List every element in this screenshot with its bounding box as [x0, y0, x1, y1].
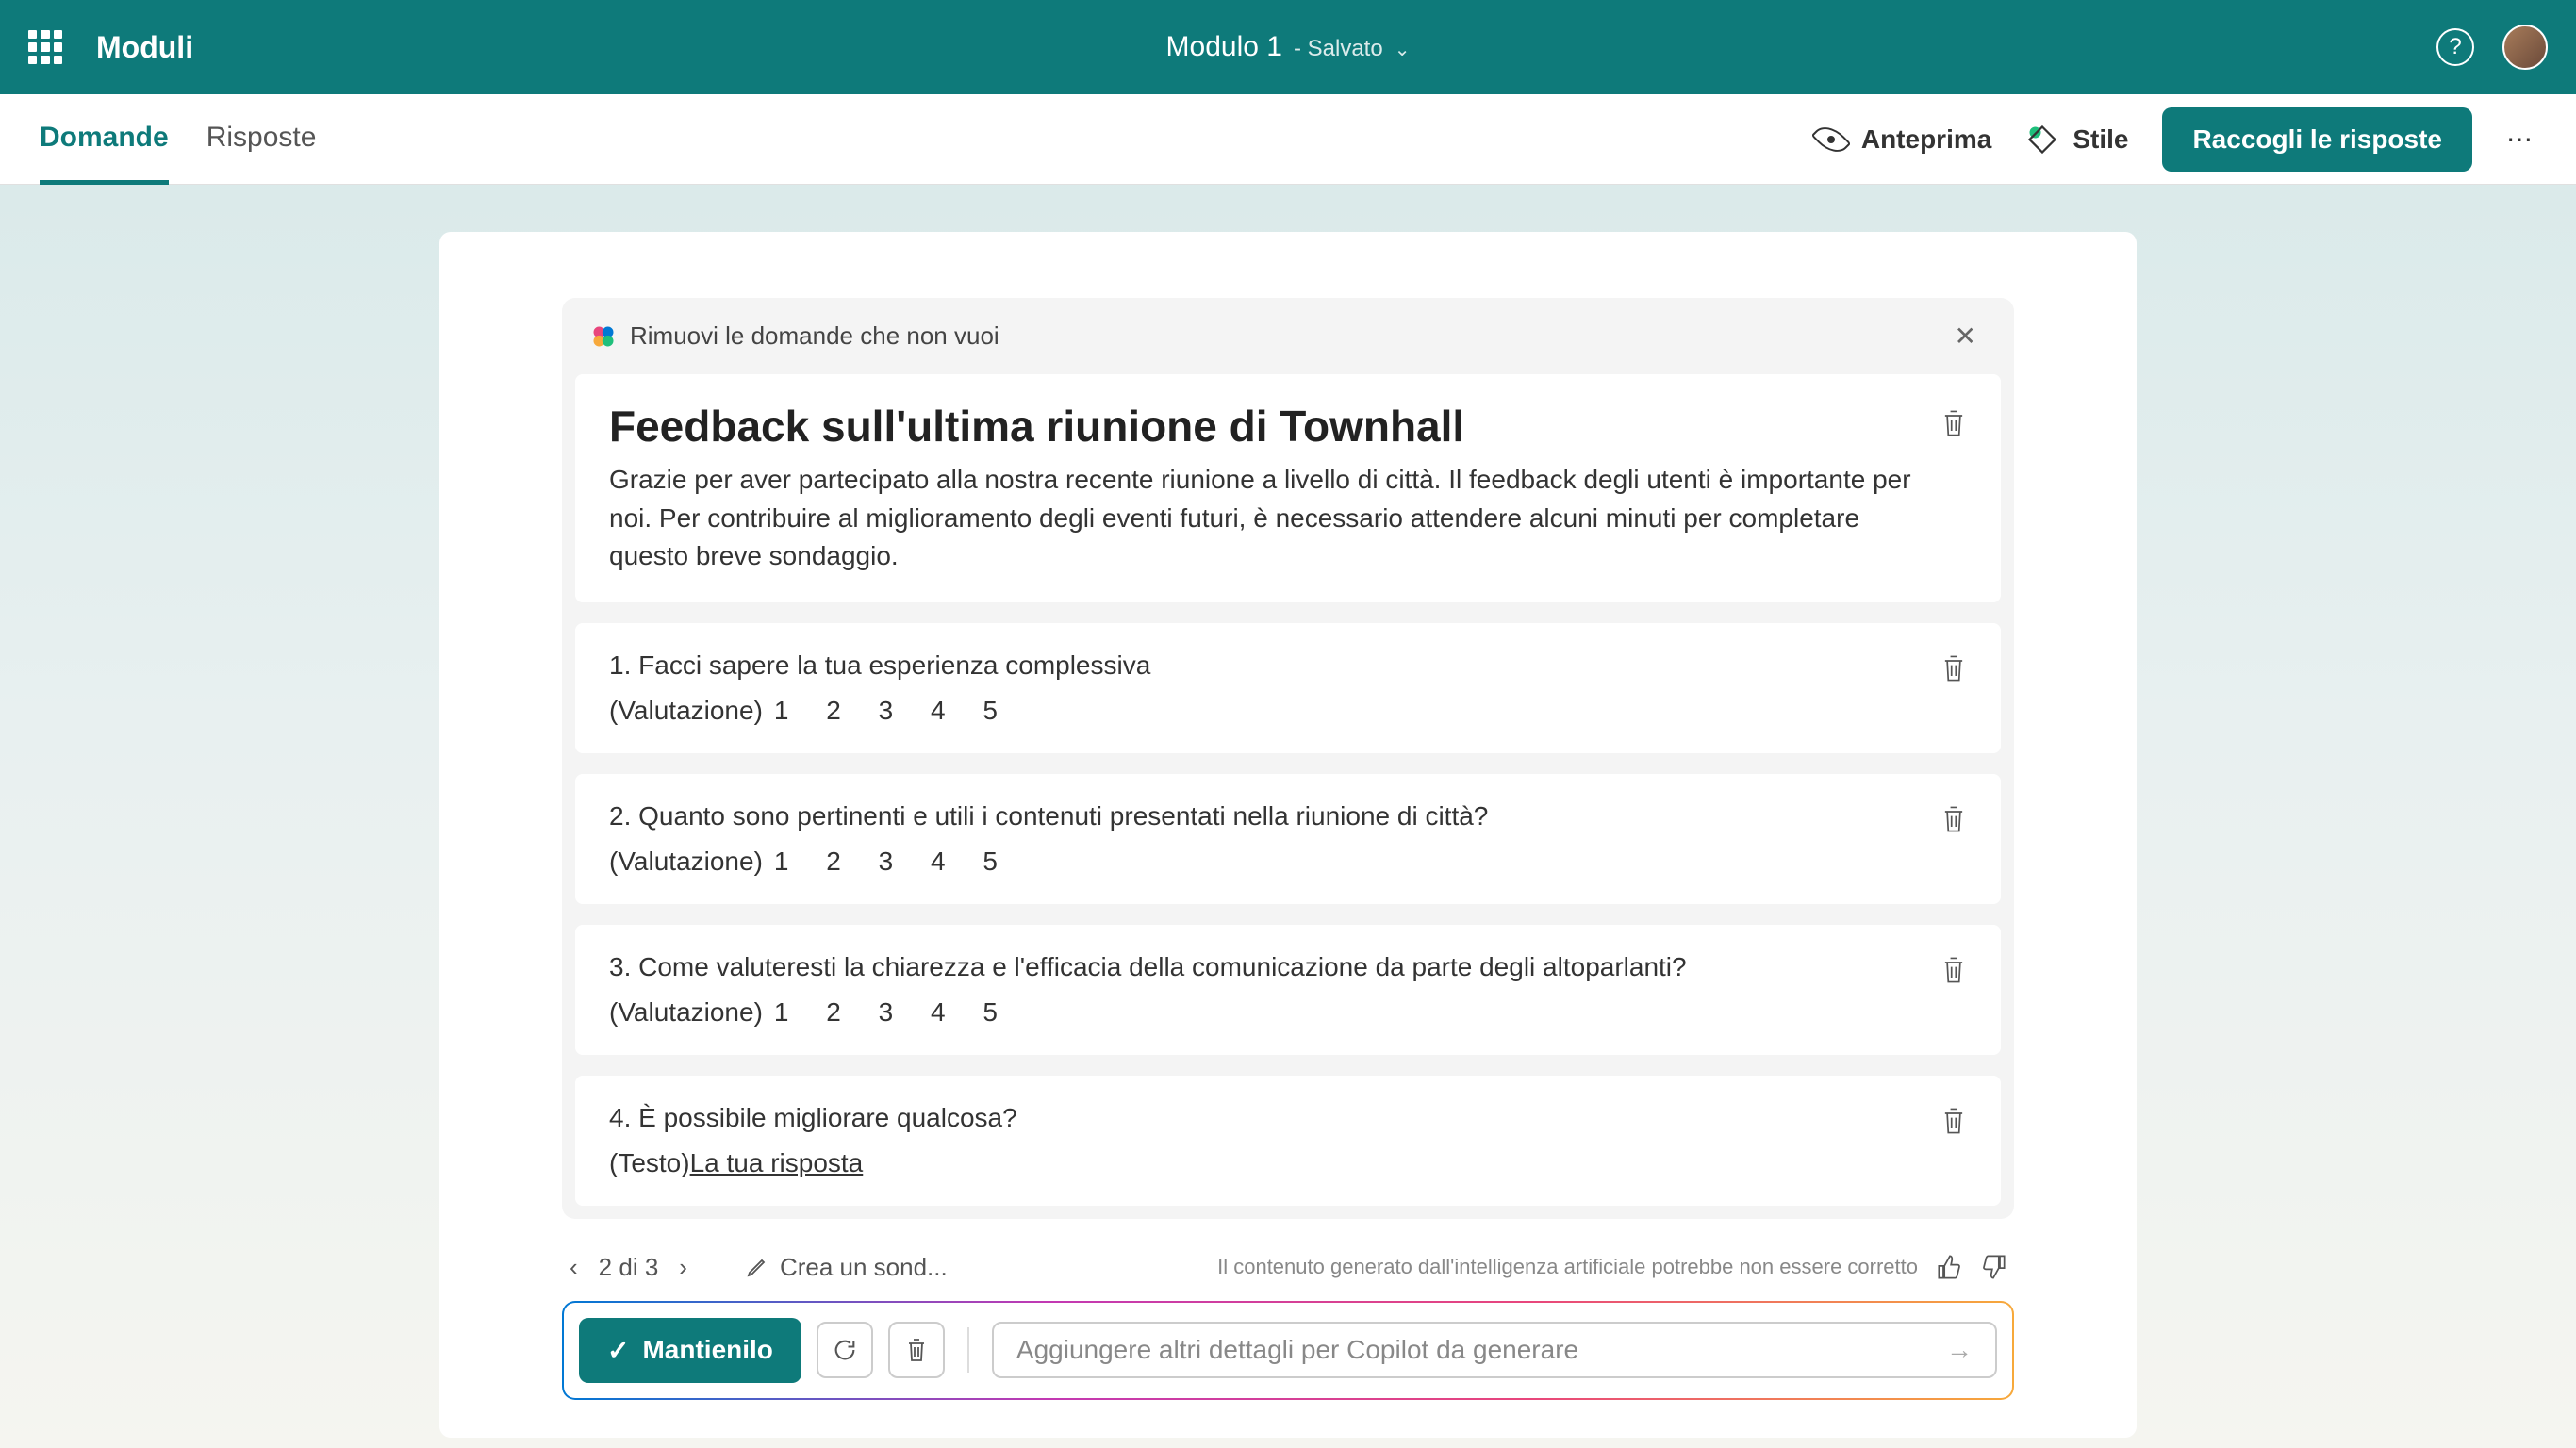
form-canvas: Rimuovi le domande che non vuoi ✕ Feedba… — [439, 232, 2137, 1438]
copilot-logo-icon — [590, 323, 617, 350]
send-icon[interactable]: → — [1946, 1335, 1973, 1365]
style-icon — [2025, 123, 2059, 156]
regenerate-button[interactable] — [817, 1322, 873, 1378]
save-status: - Salvato — [1294, 36, 1383, 62]
question-item[interactable]: 1. Facci sapere la tua esperienza comple… — [575, 623, 2001, 753]
next-suggestion-icon[interactable]: › — [679, 1253, 687, 1282]
discard-button[interactable] — [888, 1322, 945, 1378]
edit-prompt-button[interactable]: Crea un sond... — [746, 1253, 948, 1282]
eye-icon — [1811, 119, 1851, 158]
delete-question-icon[interactable] — [1940, 1106, 1967, 1136]
question-item[interactable]: 3. Come valuteresti la chiarezza e l'eff… — [575, 925, 2001, 1055]
preview-label: Anteprima — [1861, 124, 1991, 155]
form-title: Feedback sull'ultima riunione di Townhal… — [609, 401, 1922, 452]
delete-question-icon[interactable] — [1940, 804, 1967, 834]
question-item[interactable]: 4. È possibile migliorare qualcosa? (Tes… — [575, 1076, 2001, 1206]
close-icon[interactable]: ✕ — [1955, 321, 1976, 352]
chevron-down-icon: ⌄ — [1395, 38, 1411, 61]
thumbs-up-icon[interactable] — [1937, 1254, 1963, 1280]
help-icon[interactable]: ? — [2436, 28, 2474, 66]
form-title-block[interactable]: Feedback sull'ultima riunione di Townhal… — [575, 374, 2001, 602]
keep-button[interactable]: ✓ Mantienilo — [579, 1318, 801, 1383]
document-title: Modulo 1 — [1166, 31, 1282, 63]
preview-button[interactable]: Anteprima — [1814, 124, 1991, 155]
toolbar: Domande Risposte Anteprima Stile Raccogl… — [0, 94, 2576, 185]
thumbs-down-icon[interactable] — [1980, 1254, 2006, 1280]
delete-title-icon[interactable] — [1940, 408, 1967, 438]
divider — [967, 1327, 969, 1373]
style-button[interactable]: Stile — [2025, 123, 2128, 156]
user-avatar[interactable] — [2502, 25, 2548, 70]
question-item[interactable]: 2. Quanto sono pertinenti e utili i cont… — [575, 774, 2001, 904]
copilot-suggestion-card: Rimuovi le domande che non vuoi ✕ Feedba… — [562, 298, 2014, 1219]
check-icon: ✓ — [607, 1335, 629, 1366]
suggestion-nav-bar: ‹ 2 di 3 › Crea un sond... Il contenuto … — [562, 1253, 2014, 1282]
app-name[interactable]: Moduli — [96, 30, 193, 65]
more-options-icon[interactable]: ⋯ — [2506, 123, 2536, 155]
copilot-prompt-input[interactable]: Aggiungere altri dettagli per Copilot da… — [992, 1322, 1997, 1378]
pencil-icon — [746, 1256, 768, 1278]
copilot-action-row: ✓ Mantienilo Aggiungere altri dettagli p… — [562, 1301, 2014, 1400]
document-title-dropdown[interactable]: Modulo 1 - Salvato ⌄ — [1166, 31, 1411, 63]
style-label: Stile — [2072, 124, 2128, 155]
prev-suggestion-icon[interactable]: ‹ — [570, 1253, 578, 1282]
form-description: Grazie per aver partecipato alla nostra … — [609, 461, 1922, 576]
delete-question-icon[interactable] — [1940, 653, 1967, 683]
app-launcher-icon[interactable] — [28, 30, 62, 64]
collect-responses-button[interactable]: Raccogli le risposte — [2162, 107, 2472, 172]
ai-disclaimer: Il contenuto generato dall'intelligenza … — [1217, 1255, 1918, 1279]
tab-responses[interactable]: Risposte — [206, 122, 317, 185]
page-indicator: 2 di 3 — [599, 1253, 659, 1282]
delete-question-icon[interactable] — [1940, 955, 1967, 985]
tab-questions[interactable]: Domande — [40, 122, 169, 185]
header-bar: Moduli Modulo 1 - Salvato ⌄ ? — [0, 0, 2576, 94]
copilot-remove-label: Rimuovi le domande che non vuoi — [630, 321, 999, 351]
